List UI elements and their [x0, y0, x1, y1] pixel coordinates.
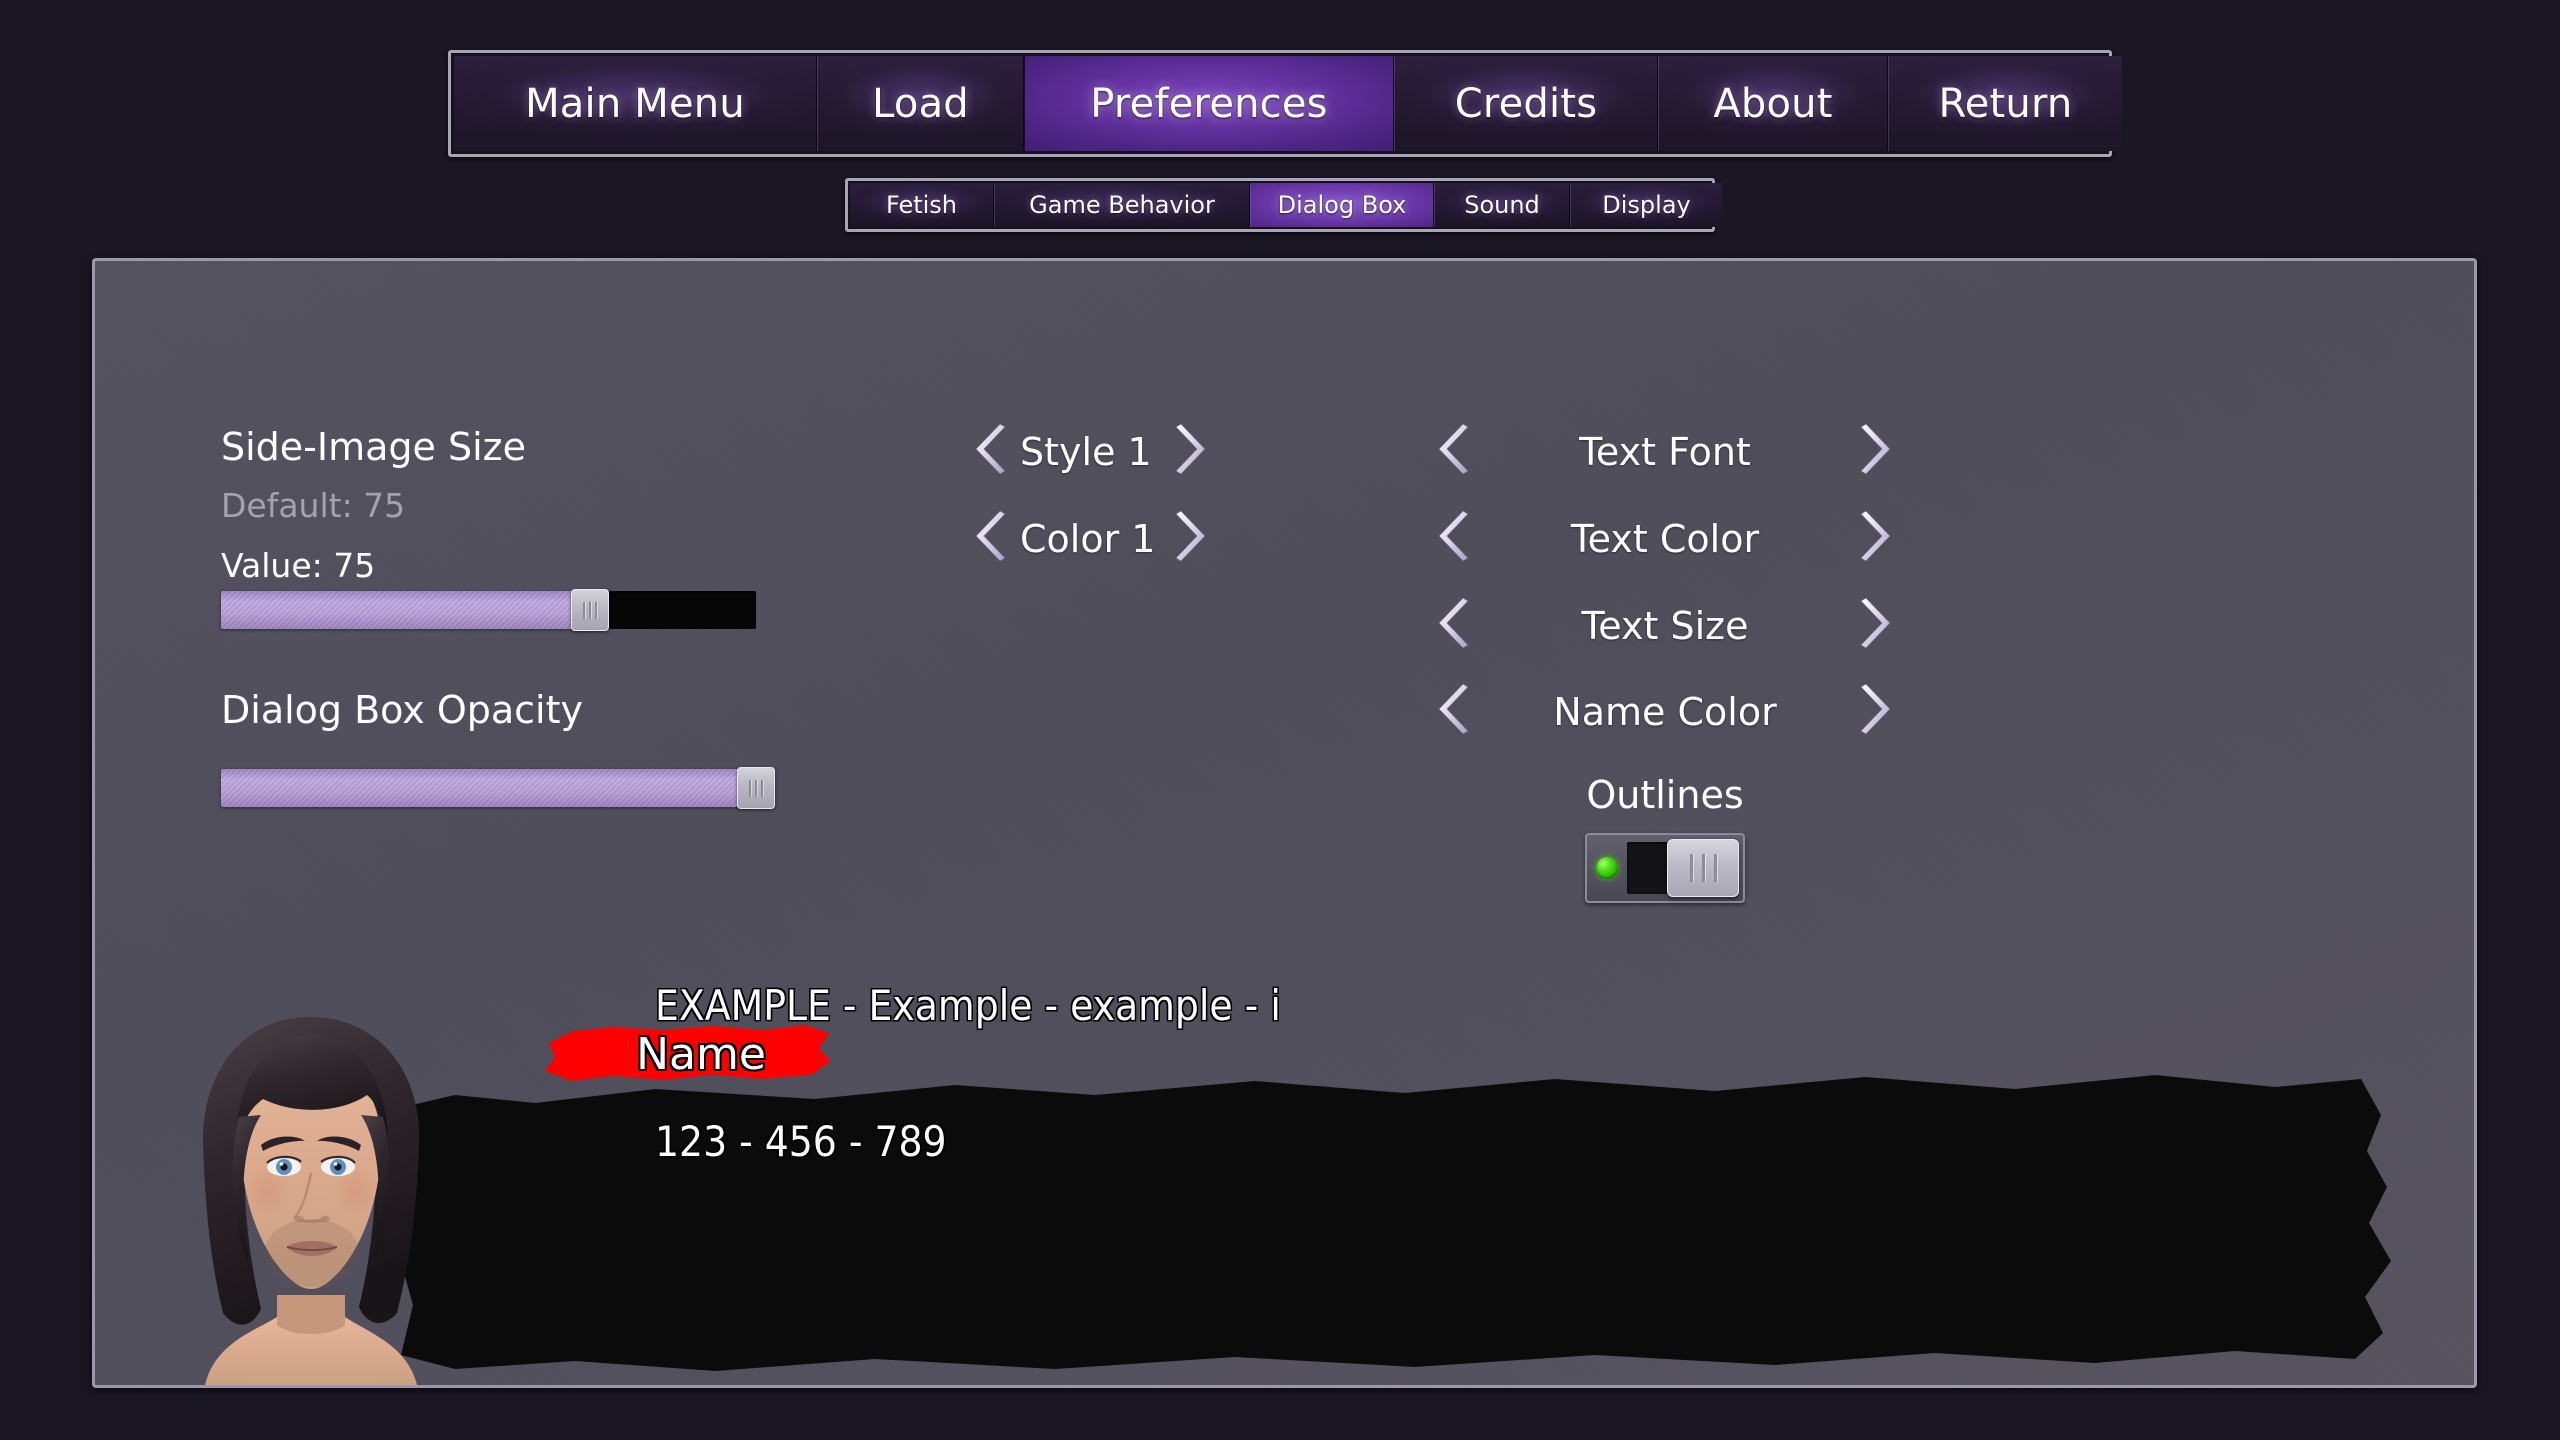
tab-dialog-box[interactable]: Dialog Box	[1250, 183, 1434, 227]
nav-item-label: Preferences	[1090, 80, 1328, 127]
nav-item-about[interactable]: About	[1658, 56, 1888, 151]
tab-sound[interactable]: Sound	[1434, 183, 1570, 227]
color-selector-label: Color 1	[1020, 517, 1156, 561]
text-color-selector-label: Text Color	[1570, 517, 1760, 561]
nav-item-main-menu[interactable]: Main Menu	[454, 56, 817, 151]
tab-label: Sound	[1464, 191, 1540, 219]
preferences-tab-bar: Fetish Game Behavior Dialog Box Sound Di…	[845, 178, 1722, 232]
tab-display[interactable]: Display	[1570, 183, 1722, 227]
settings-panel: Side-Image Size Default: 75 Value: 75 Di…	[92, 258, 2477, 1388]
nav-item-label: Return	[1938, 80, 2073, 127]
style-next-arrow-icon[interactable]	[1170, 424, 1206, 474]
name-color-next-arrow-icon[interactable]	[1855, 684, 1891, 734]
tab-label: Display	[1602, 191, 1691, 219]
dialog-line-1: EXAMPLE - Example - example - i	[655, 980, 1281, 1030]
outlines-status-led-icon	[1596, 857, 1618, 879]
text-color-prev-arrow-icon[interactable]	[1438, 511, 1474, 561]
name-color-selector-label: Name Color	[1553, 690, 1777, 734]
nav-item-return[interactable]: Return	[1888, 56, 2122, 151]
nav-item-preferences[interactable]: Preferences	[1024, 56, 1394, 151]
text-font-selector-label: Text Font	[1579, 430, 1751, 474]
dialog-text-block: EXAMPLE - Example - example - i 123 - 45…	[655, 892, 1281, 1255]
nav-item-label: Credits	[1454, 80, 1598, 127]
style-prev-arrow-icon[interactable]	[975, 424, 1011, 474]
main-navigation-bar: Main Menu Load Preferences Credits About…	[448, 50, 2122, 157]
slider-handle[interactable]	[737, 767, 775, 809]
nav-item-label: Load	[872, 80, 969, 127]
nav-item-label: Main Menu	[525, 80, 745, 127]
dialog-box-opacity-title: Dialog Box Opacity	[221, 688, 583, 732]
text-font-prev-arrow-icon[interactable]	[1438, 424, 1474, 474]
nav-item-load[interactable]: Load	[817, 56, 1024, 151]
text-font-next-arrow-icon[interactable]	[1855, 424, 1891, 474]
tab-fetish[interactable]: Fetish	[850, 183, 994, 227]
side-image-size-value: Value: 75	[221, 546, 376, 585]
side-image-size-title: Side-Image Size	[221, 425, 526, 469]
text-size-next-arrow-icon[interactable]	[1855, 598, 1891, 648]
side-image-size-default: Default: 75	[221, 486, 406, 525]
name-color-prev-arrow-icon[interactable]	[1438, 684, 1474, 734]
slider-fill	[221, 591, 591, 629]
side-image-size-slider[interactable]	[221, 589, 756, 631]
character-portrait-image	[145, 995, 475, 1385]
color-next-arrow-icon[interactable]	[1170, 511, 1206, 561]
dialog-preview: Name EXAMPLE - Example - example - i 123…	[95, 982, 2474, 1385]
dialog-line-2: 123 - 456 - 789	[655, 1116, 947, 1166]
slider-handle[interactable]	[571, 589, 610, 631]
style-selector-label: Style 1	[1020, 430, 1152, 474]
nav-item-label: About	[1713, 80, 1833, 127]
outlines-toggle[interactable]	[1585, 833, 1745, 903]
outlines-label: Outlines	[1586, 773, 1744, 817]
tab-label: Dialog Box	[1277, 191, 1407, 219]
dialog-box-opacity-slider[interactable]	[221, 767, 775, 809]
toggle-handle[interactable]	[1667, 839, 1739, 897]
tab-game-behavior[interactable]: Game Behavior	[994, 183, 1250, 227]
tab-label: Fetish	[885, 191, 958, 219]
text-size-prev-arrow-icon[interactable]	[1438, 598, 1474, 648]
tab-label: Game Behavior	[1029, 191, 1215, 219]
slider-fill	[221, 769, 756, 807]
text-color-next-arrow-icon[interactable]	[1855, 511, 1891, 561]
color-prev-arrow-icon[interactable]	[975, 511, 1011, 561]
text-size-selector-label: Text Size	[1581, 604, 1749, 648]
nav-item-credits[interactable]: Credits	[1394, 56, 1658, 151]
